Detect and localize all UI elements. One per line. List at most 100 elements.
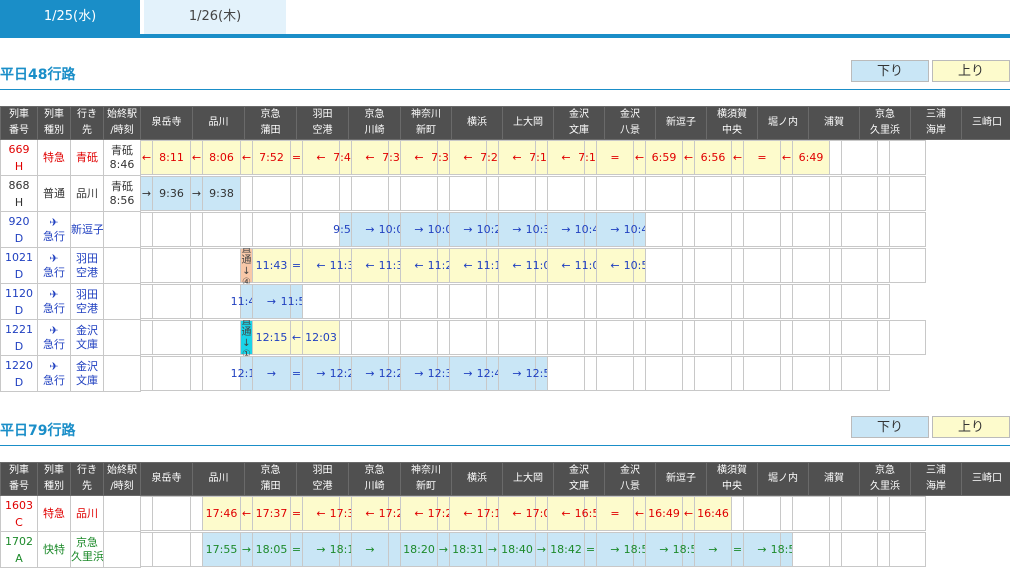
train-destination: 金沢 文庫 [70, 319, 104, 356]
route-cell [152, 496, 191, 532]
train-origin [103, 319, 141, 356]
column-header: 京急 蒲田 [244, 462, 297, 496]
train-type: ✈ 急行 [37, 283, 71, 320]
route-cell: → [694, 532, 732, 567]
route-cell [792, 248, 830, 283]
train-number: 920 D [0, 211, 38, 248]
route-cell [743, 284, 781, 319]
tab-date-2[interactable]: 1/26(木) [144, 0, 286, 34]
station-cells: 17:55 → 18:05 = → 18:10 → 18:20 → 18:31 → 18:40 → 18:… [140, 532, 1010, 568]
column-header: 京急 久里浜 [859, 106, 911, 140]
train-row: 1702 A 快特 京急 久里浜 17:55 → 18:05 = → 18:10 → 18:20 → 18:… [0, 531, 1010, 568]
route-cell [889, 248, 926, 283]
route-cell: = [596, 496, 634, 532]
column-header: 金沢 文庫 [553, 106, 605, 140]
train-destination: 京急 久里浜 [70, 531, 104, 568]
route-cell [792, 320, 830, 355]
train-row: 868 H 普通 品川 青砥 8:56 → 9:36 → 9:38 [0, 175, 1010, 212]
column-header: 神奈川 新町 [400, 106, 452, 140]
route-cell [694, 284, 732, 319]
time-cell: 6:56 [694, 140, 732, 176]
column-header: 泉岳寺 [140, 462, 193, 496]
header-row: 列車 番号 列車 種別 行き先始終駅/時刻 泉岳寺 品川 京急 蒲田 羽田 空港 京急 川崎 神奈川 新町横… [0, 462, 1010, 496]
column-header: 新逗子 [655, 462, 707, 496]
route-cell: = [743, 140, 781, 176]
route-cell [449, 176, 487, 211]
station-cells: 直 通 ↓ ④ 11:43 = ← 11:39 ← 11:32 ← 11:29 ← 11:17 ← 11… [140, 248, 1010, 284]
train-number: 1120 D [0, 283, 38, 320]
time-cell: 8:06 [202, 140, 241, 176]
route-cell [152, 532, 191, 567]
route-cell [302, 176, 340, 211]
route-cell [841, 176, 878, 211]
time-cell: 17:37 [252, 496, 291, 532]
route-cell [400, 284, 438, 319]
column-header: 横浜 [451, 462, 503, 496]
route-cell [596, 176, 634, 211]
route-cell [202, 212, 241, 247]
column-header: 品川 [192, 106, 245, 140]
route-cell [152, 320, 191, 355]
train-destination: 羽田 空港 [70, 283, 104, 320]
tab-date-1[interactable]: 1/25(水) [0, 0, 140, 34]
section-divider-2 [0, 445, 1010, 446]
route-cell [152, 212, 191, 247]
tab-underline [0, 34, 1010, 38]
column-header: 金沢 八景 [604, 462, 656, 496]
train-row: 1220 D ✈ 急行 金沢 文庫 12:16 → = → 12:20 → 12:28 → 12:31 → 12… [0, 355, 1010, 392]
route-cell [889, 140, 926, 176]
column-header: 横須賀 中央 [706, 462, 758, 496]
time-cell: 18:40 [498, 532, 536, 567]
time-cell: 17:46 [202, 496, 241, 532]
train-row: 669 H 特急 青砥 青砥 8:46 ← 8:11 ← 8:06 ← 7:52 = ← 7:48 ← 7:38… [0, 139, 1010, 176]
train-origin [103, 247, 141, 284]
train-origin [103, 283, 141, 320]
route-cell [792, 532, 830, 567]
train-type: ✈ 急行 [37, 355, 71, 392]
route-cell [596, 320, 634, 355]
time-cell: 16:49 [645, 496, 683, 532]
train-type: 特急 [37, 139, 71, 176]
route-cell [645, 176, 683, 211]
column-header: 神奈川 新町 [400, 462, 452, 496]
down-button-1[interactable]: 下り [851, 60, 929, 82]
route-cell [152, 248, 191, 283]
time-cell: 9:36 [152, 176, 191, 211]
train-origin [103, 495, 141, 532]
header-row: 列車 番号 列車 種別 行き先始終駅/時刻 泉岳寺 品川 京急 蒲田 羽田 空港 京急 川崎 神奈川 新町横… [0, 106, 1010, 140]
station-cells: 17:46 ← 17:37 = ← 17:33 ← 17:25 ← 17:22 ← 17:11 ← 17:… [140, 496, 1010, 532]
column-header: 始終駅/時刻 [103, 462, 141, 496]
route-cell [645, 212, 683, 247]
column-header: 列車 番号 [0, 106, 38, 140]
route-cell [694, 176, 732, 211]
column-header: 京急 久里浜 [859, 462, 911, 496]
route-cell [792, 176, 830, 211]
route-cell [351, 320, 389, 355]
route-cell: = [596, 140, 634, 176]
column-header: 上大岡 [502, 462, 554, 496]
train-type: ✈ 急行 [37, 211, 71, 248]
route-cell [889, 212, 926, 247]
train-type: ✈ 急行 [37, 247, 71, 284]
column-header: 上大岡 [502, 106, 554, 140]
up-button-1[interactable]: 上り [932, 60, 1010, 82]
route-cell [400, 320, 438, 355]
column-header: 堀ノ内 [757, 106, 809, 140]
time-cell: 18:42 [547, 532, 585, 567]
route-cell [841, 496, 878, 532]
section-title-1: 平日48行路 [0, 67, 76, 83]
route-cell [743, 320, 781, 355]
station-cells: 11:44 → 11:55 [140, 284, 1010, 320]
down-button-2[interactable]: 下り [851, 416, 929, 438]
column-header: 新逗子 [655, 106, 707, 140]
up-button-2[interactable]: 上り [932, 416, 1010, 438]
route-cell [743, 212, 781, 247]
train-type: ✈ 急行 [37, 319, 71, 356]
train-row: 1221 D ✈ 急行 金沢 文庫 直 通 ↓ ① 12:15 ← 12:03 [0, 319, 1010, 356]
route-cell [645, 284, 683, 319]
column-header: 羽田 空港 [296, 462, 349, 496]
time-cell: 6:49 [792, 140, 830, 176]
route-cell [498, 176, 536, 211]
time-cell: 11:43 [252, 248, 291, 283]
route-cell [743, 176, 781, 211]
